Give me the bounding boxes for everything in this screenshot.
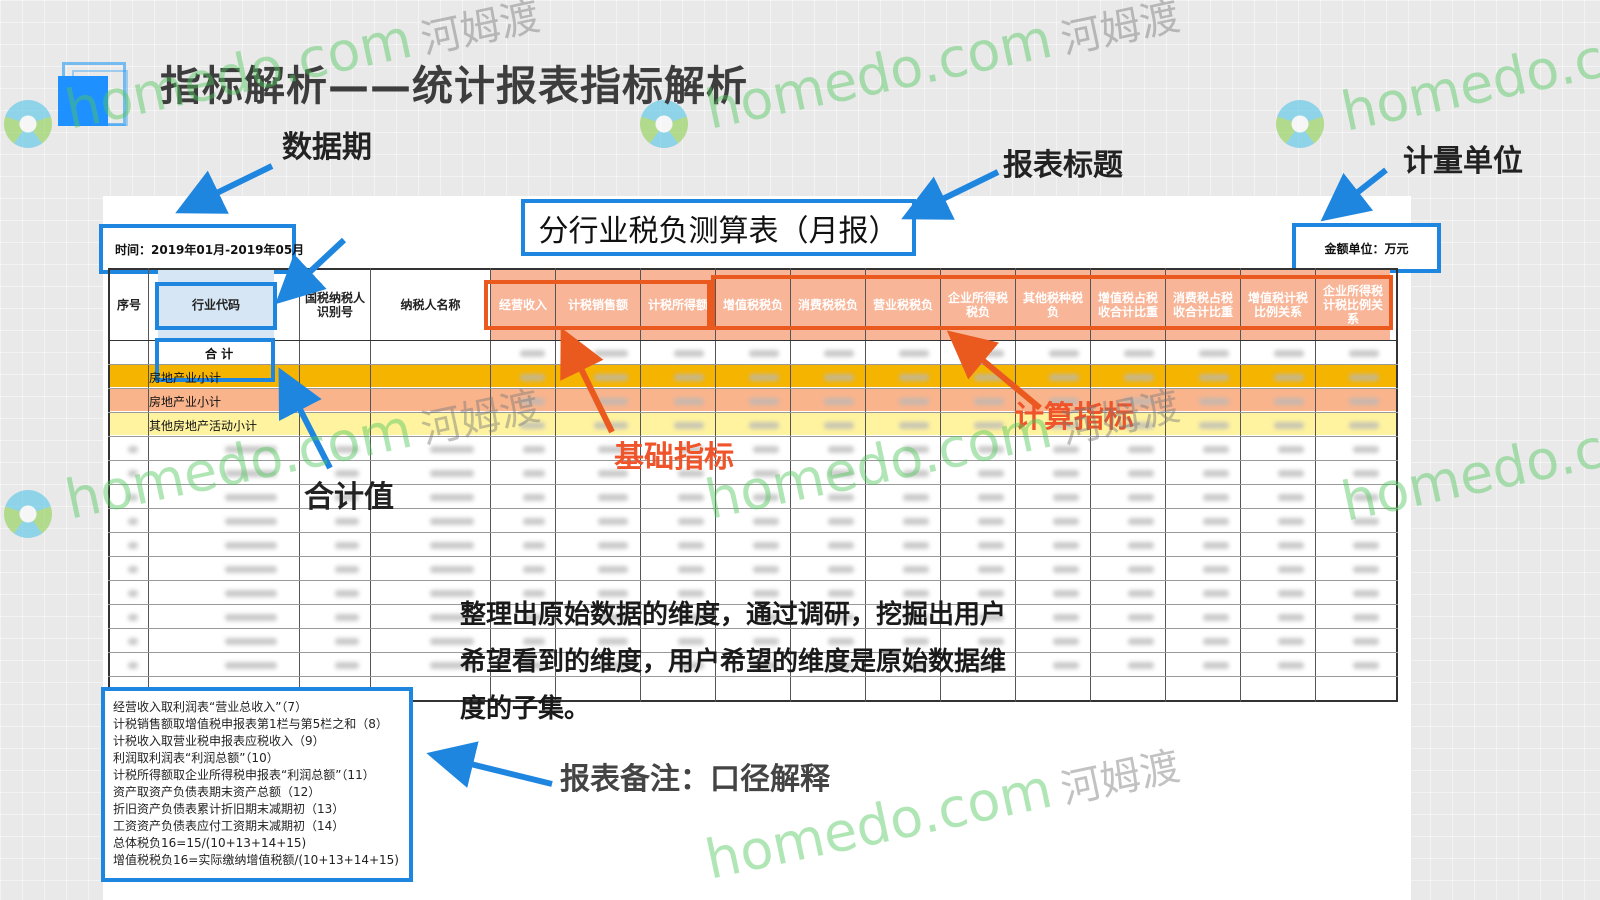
note-line: 增值税税负16=实际缴纳增值税额/(10+13+14+15) <box>113 853 399 867</box>
note-line: 计税所得额取企业所得税申报表“利润总额”（11） <box>113 768 375 782</box>
description-text: 整理出原始数据的维度，通过调研，挖掘出用户希望看到的维度，用户希望的维度是原始数… <box>460 600 1007 724</box>
note-line: 工资资产负债表应付工资期末减期初（14） <box>113 819 345 833</box>
note-line: 总体税负16=15/(10+13+14+15) <box>113 836 307 850</box>
callout-report-notes: 报表备注：口径解释 <box>560 762 830 797</box>
note-line: 经营收入取利润表“营业总收入”（7） <box>113 700 308 714</box>
note-line: 折旧资产负债表累计折旧期末减期初（13） <box>113 802 345 816</box>
arrow-dimension <box>275 237 347 305</box>
arrow-report-title <box>901 169 1000 220</box>
note-line: 资产取资产负债表期末资产总额（12） <box>113 785 321 799</box>
note-line: 利润取利润表“利润总额”（10） <box>113 751 279 765</box>
arrow-unit <box>1320 167 1388 222</box>
arrow-report-notes <box>426 741 553 788</box>
arrow-base-indicator <box>560 327 615 434</box>
note-line: 计税销售额取增值税申报表第1栏与第5栏之和（8） <box>113 717 388 731</box>
note-line: 计税收入取营业税申报表应税收入（9） <box>113 734 325 748</box>
arrow-data-period <box>175 163 274 214</box>
report-notes-box: 经营收入取利润表“营业总收入”（7） 计税销售额取增值税申报表第1栏与第5栏之和… <box>101 687 413 882</box>
